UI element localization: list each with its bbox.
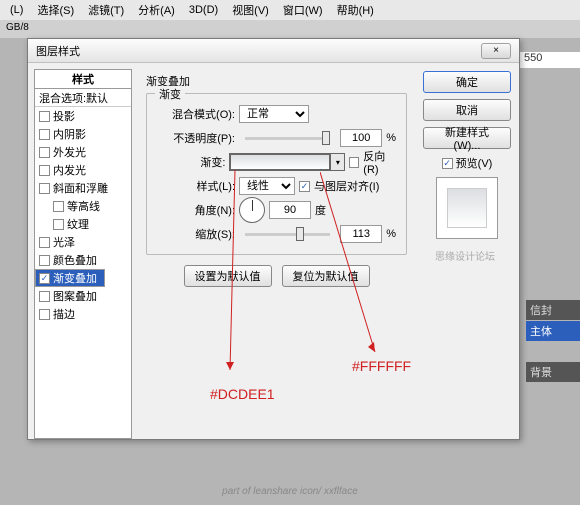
gradient-dropdown-icon[interactable]: ▾ [330, 154, 344, 170]
scale-input[interactable] [340, 225, 382, 243]
style-list-panel: 样式 混合选项:默认 投影 内阴影 外发光 内发光 斜面和浮雕 等高线 纹理 光… [34, 69, 132, 433]
style-item-drop-shadow[interactable]: 投影 [35, 107, 131, 125]
reverse-checkbox[interactable] [349, 157, 359, 168]
style-item-outer-glow[interactable]: 外发光 [35, 143, 131, 161]
section-title: 渐变叠加 [146, 73, 407, 89]
footer-watermark: part of leanshare icon/ xxflface [0, 486, 580, 497]
blending-options[interactable]: 混合选项:默认 [35, 89, 131, 107]
make-default-button[interactable]: 设置为默认值 [184, 265, 272, 287]
doc-tab[interactable]: GB/8 [0, 20, 580, 38]
gradient-preview[interactable] [230, 154, 330, 170]
style-item-texture[interactable]: 纹理 [35, 215, 131, 233]
angle-dial[interactable] [239, 197, 265, 223]
layer-tab[interactable]: 背景 [526, 362, 580, 382]
menu-item[interactable]: 视图(V) [226, 0, 275, 20]
menu-item[interactable]: 滤镜(T) [82, 0, 130, 20]
blend-mode-select[interactable]: 正常 [239, 105, 309, 123]
opacity-label: 不透明度(P): [157, 130, 235, 146]
scale-label: 缩放(S): [157, 226, 235, 242]
watermark-text: 思缘设计论坛 [435, 248, 495, 263]
menu-item[interactable]: 窗口(W) [277, 0, 329, 20]
style-item-inner-glow[interactable]: 内发光 [35, 161, 131, 179]
gradient-label: 渐变: [157, 154, 225, 170]
style-list-header[interactable]: 样式 [34, 69, 132, 89]
align-label: 与图层对齐(I) [314, 178, 379, 194]
fieldset-legend: 渐变 [155, 86, 185, 102]
angle-input[interactable] [269, 201, 311, 219]
style-item-stroke[interactable]: 描边 [35, 305, 131, 323]
reverse-label: 反向(R) [363, 148, 396, 176]
scale-slider[interactable] [245, 233, 330, 236]
style-label: 样式(L): [157, 178, 235, 194]
dialog-titlebar[interactable]: 图层样式 × [28, 39, 519, 63]
preview-checkbox[interactable] [442, 158, 453, 169]
blend-mode-label: 混合模式(O): [157, 106, 235, 122]
style-item-satin[interactable]: 光泽 [35, 233, 131, 251]
preview-box [436, 177, 498, 239]
gradient-style-select[interactable]: 线性 [239, 177, 295, 195]
style-item-color-overlay[interactable]: 颜色叠加 [35, 251, 131, 269]
cancel-button[interactable]: 取消 [423, 99, 511, 121]
style-item-pattern-overlay[interactable]: 图案叠加 [35, 287, 131, 305]
angle-label: 角度(N): [157, 202, 235, 218]
opacity-unit: % [386, 132, 396, 144]
style-item-contour[interactable]: 等高线 [35, 197, 131, 215]
layers-panel-fragment: 信封 主体 背景 [526, 300, 580, 383]
menu-bar: (L) 选择(S) 滤镜(T) 分析(A) 3D(D) 视图(V) 窗口(W) … [0, 0, 580, 20]
menu-item[interactable]: 帮助(H) [331, 0, 380, 20]
opacity-input[interactable] [340, 129, 382, 147]
style-item-gradient-overlay[interactable]: 渐变叠加 [35, 269, 105, 287]
preview-swatch [447, 188, 487, 228]
reset-default-button[interactable]: 复位为默认值 [282, 265, 370, 287]
angle-unit: 度 [315, 202, 326, 218]
opacity-slider[interactable] [245, 137, 330, 140]
style-item-bevel[interactable]: 斜面和浮雕 [35, 179, 131, 197]
menu-item[interactable]: 分析(A) [132, 0, 181, 20]
align-checkbox[interactable] [299, 181, 310, 192]
scale-unit: % [386, 228, 396, 240]
preview-label: 预览(V) [456, 155, 493, 171]
close-button[interactable]: × [481, 43, 511, 59]
layer-style-dialog: 图层样式 × 样式 混合选项:默认 投影 内阴影 外发光 内发光 斜面和浮雕 等… [27, 38, 520, 440]
menu-item[interactable]: 选择(S) [31, 0, 80, 20]
style-item-inner-shadow[interactable]: 内阴影 [35, 125, 131, 143]
layer-tab-active[interactable]: 主体 [526, 321, 580, 341]
dialog-title: 图层样式 [36, 43, 80, 59]
menu-item[interactable]: (L) [4, 2, 29, 18]
menu-item[interactable]: 3D(D) [183, 2, 224, 18]
ok-button[interactable]: 确定 [423, 71, 511, 93]
ruler: 550 [520, 52, 580, 68]
layer-tab[interactable]: 信封 [526, 300, 580, 320]
settings-panel: 渐变叠加 渐变 混合模式(O): 正常 不透明度(P): % 渐变: [138, 69, 415, 433]
new-style-button[interactable]: 新建样式(W)... [423, 127, 511, 149]
